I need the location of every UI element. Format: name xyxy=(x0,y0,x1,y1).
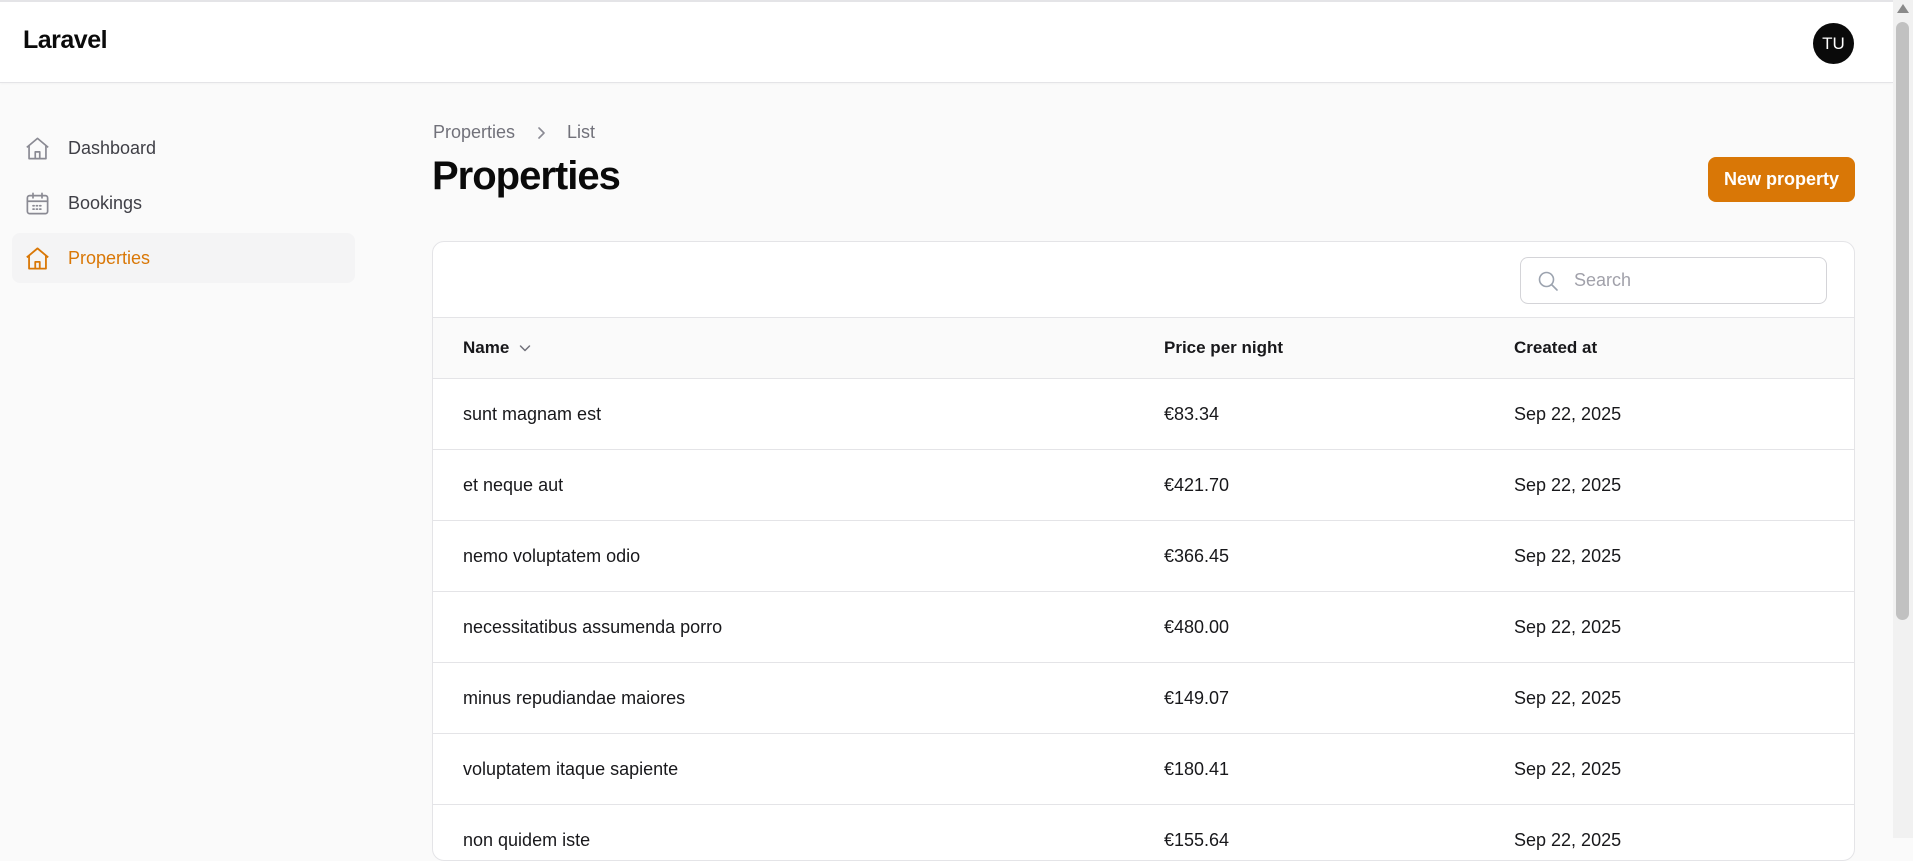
sidebar-item-properties[interactable]: Properties xyxy=(12,233,355,283)
cell-name: nemo voluptatem odio xyxy=(463,545,641,566)
user-avatar[interactable]: TU xyxy=(1813,23,1854,64)
cell-price: €149.07 xyxy=(1164,687,1230,708)
cell-created: Sep 22, 2025 xyxy=(1514,758,1622,779)
sidebar: Dashboard Bookings Properties xyxy=(12,123,355,288)
cell-price: €421.70 xyxy=(1164,474,1230,495)
cell-name: minus repudiandae maiores xyxy=(463,687,686,708)
breadcrumb: Properties List xyxy=(433,122,595,143)
sidebar-item-bookings[interactable]: Bookings xyxy=(12,178,355,228)
cell-name: et neque aut xyxy=(463,474,564,495)
page-title: Properties xyxy=(432,154,621,198)
chevron-down-icon xyxy=(520,345,531,352)
cell-created: Sep 22, 2025 xyxy=(1514,616,1622,637)
cell-price: €180.41 xyxy=(1164,758,1230,779)
chevron-right-icon xyxy=(533,125,549,141)
breadcrumb-properties[interactable]: Properties xyxy=(433,122,515,143)
cell-price: €366.45 xyxy=(1164,545,1230,566)
cell-created: Sep 22, 2025 xyxy=(1514,545,1622,566)
cell-created: Sep 22, 2025 xyxy=(1514,687,1622,708)
column-header-price[interactable]: Price per night xyxy=(1164,338,1283,358)
table-row[interactable]: sunt magnam est €83.34 Sep 22, 2025 xyxy=(433,379,1854,450)
breadcrumb-list: List xyxy=(567,122,596,142)
table-row[interactable]: non quidem iste €155.64 Sep 22, 2025 xyxy=(433,805,1854,860)
scroll-up-arrow-icon[interactable] xyxy=(1897,4,1909,13)
column-header-name[interactable]: Name xyxy=(463,338,533,358)
cell-name: sunt magnam est xyxy=(463,403,602,424)
home-icon xyxy=(26,246,49,270)
home-icon xyxy=(26,137,49,159)
cell-price: €83.34 xyxy=(1164,403,1220,424)
table-row[interactable]: et neque aut €421.70 Sep 22, 2025 xyxy=(433,450,1854,521)
top-bar: Laravel TU xyxy=(0,0,1893,83)
new-property-button[interactable]: New property xyxy=(1708,157,1855,202)
sidebar-item-label: Properties xyxy=(68,247,151,268)
cell-name: non quidem iste xyxy=(463,829,591,850)
page-scrollbar[interactable] xyxy=(1893,0,1913,838)
sidebar-item-dashboard[interactable]: Dashboard xyxy=(12,123,355,173)
search-icon xyxy=(1538,271,1558,291)
app-brand[interactable]: Laravel xyxy=(23,26,108,55)
table-row[interactable]: voluptatem itaque sapiente €180.41 Sep 2… xyxy=(433,734,1854,805)
table-row[interactable]: necessitatibus assumenda porro €480.00 S… xyxy=(433,592,1854,663)
column-header-label: Name xyxy=(463,338,510,357)
cell-created: Sep 22, 2025 xyxy=(1514,829,1622,850)
table-row[interactable]: minus repudiandae maiores €149.07 Sep 22… xyxy=(433,663,1854,734)
cell-price: €480.00 xyxy=(1164,616,1230,637)
column-header-created[interactable]: Created at xyxy=(1514,338,1597,358)
calendar-icon xyxy=(26,192,49,214)
search-box[interactable] xyxy=(1520,257,1827,304)
cell-price: €155.64 xyxy=(1164,829,1230,850)
sidebar-item-label: Dashboard xyxy=(68,137,157,158)
cell-name: necessitatibus assumenda porro xyxy=(463,616,723,637)
sidebar-item-label: Bookings xyxy=(68,192,143,213)
cell-name: voluptatem itaque sapiente xyxy=(463,758,679,779)
table-header: Name Price per night Created at xyxy=(433,318,1854,379)
search-input[interactable] xyxy=(1572,269,1812,292)
table-toolbar xyxy=(433,242,1854,318)
cell-created: Sep 22, 2025 xyxy=(1514,403,1622,424)
properties-table-card: Name Price per night Created at sunt mag… xyxy=(432,241,1855,861)
scroll-thumb[interactable] xyxy=(1896,22,1909,620)
cell-created: Sep 22, 2025 xyxy=(1514,474,1622,495)
table-row[interactable]: nemo voluptatem odio €366.45 Sep 22, 202… xyxy=(433,521,1854,592)
